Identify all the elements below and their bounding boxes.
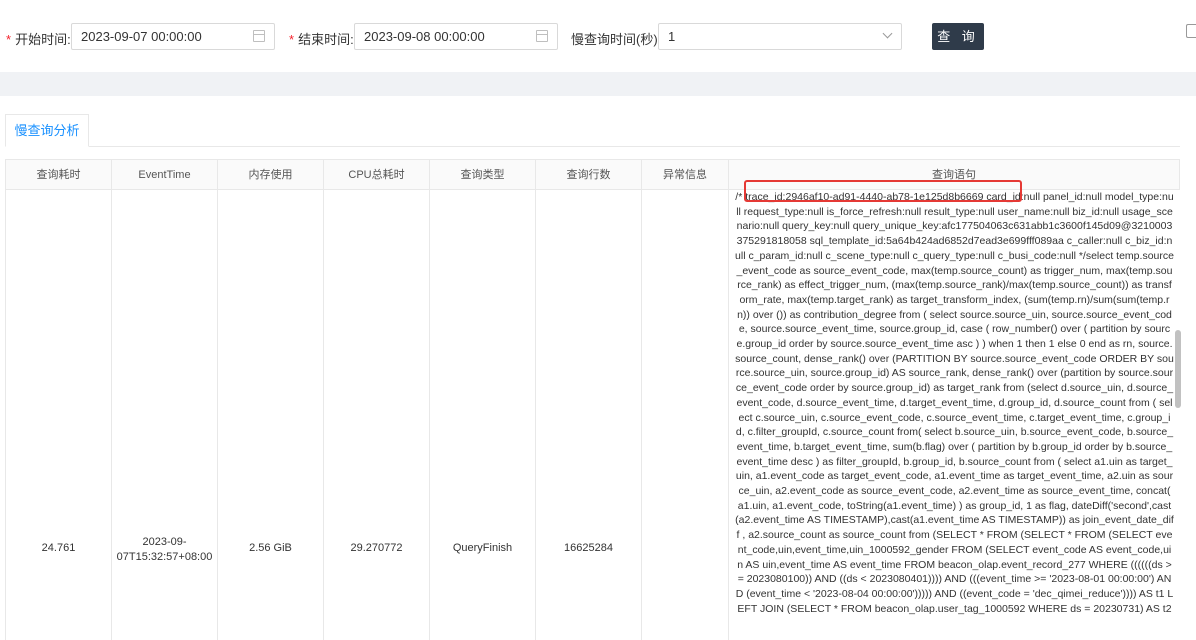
calendar-icon [536,30,548,42]
column-header[interactable]: 内存使用 [218,160,324,190]
cell-cpu: 29.270772 [324,190,430,640]
start-time-value: 2023-09-07 00:00:00 [81,29,202,44]
cell-rows: 16625284 [536,190,642,640]
tab-slow-query-analysis[interactable]: 慢查询分析 [5,114,89,147]
end-time-picker[interactable]: 2023-09-08 00:00:00 [354,23,558,50]
table-header: 查询耗时 EventTime 内存使用 CPU总耗时 查询类型 查询行数 异常信… [5,160,1180,190]
cell-duration: 24.761 [5,190,112,640]
end-time-value: 2023-09-08 00:00:00 [364,29,485,44]
end-time-label: * 结束时间: [289,32,354,47]
slow-query-time-label: 慢查询时间(秒) [571,32,658,47]
column-header[interactable]: 异常信息 [642,160,729,190]
filter-bar: * 开始时间: 2023-09-07 00:00:00 * 结束时间: 2023-0… [0,0,1196,72]
calendar-icon [253,30,265,42]
start-time-picker[interactable]: 2023-09-07 00:00:00 [71,23,275,50]
cell-memory: 2.56 GiB [218,190,324,640]
column-header[interactable]: EventTime [112,160,218,190]
column-header[interactable]: 查询语句 [729,160,1180,190]
slow-query-table: 查询耗时 EventTime 内存使用 CPU总耗时 查询类型 查询行数 异常信… [5,159,1180,640]
column-header[interactable]: 查询行数 [536,160,642,190]
sql-trace-id: /* trace_id:2946af10-ad91-4440-ab78-1e12… [735,191,984,203]
section-divider [0,72,1196,96]
required-mark: * [289,32,295,47]
cell-error [642,190,729,640]
start-time-label: * 开始时间: [6,32,71,47]
cell-query-type: QueryFinish [430,190,536,640]
tab-bar: 慢查询分析 [5,114,1180,147]
required-mark: * [6,32,12,47]
sql-body: card_id:null panel_id:null model_type:nu… [735,191,1174,615]
settings-icon[interactable] [1186,24,1196,38]
slow-query-time-select[interactable]: 1 [658,23,902,50]
cell-sql: /* trace_id:2946af10-ad91-4440-ab78-1e12… [729,190,1180,616]
vertical-scrollbar[interactable] [1175,330,1181,408]
slow-query-time-value: 1 [668,29,676,44]
cell-event-time: 2023-09-07T15:32:57+08:00 [112,190,218,640]
column-header[interactable]: 查询耗时 [5,160,112,190]
query-button[interactable]: 查 询 [932,23,984,50]
column-header[interactable]: CPU总耗时 [324,160,430,190]
column-header[interactable]: 查询类型 [430,160,536,190]
chevron-down-icon [882,28,893,39]
